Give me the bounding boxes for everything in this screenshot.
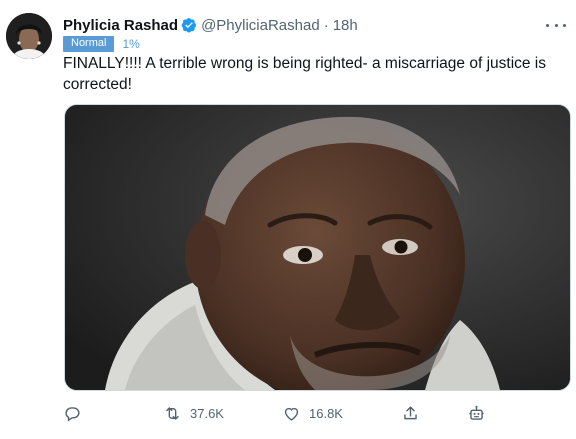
- portrait-image: [65, 105, 570, 390]
- status-badge: Normal: [63, 36, 115, 52]
- author-handle[interactable]: @PhyliciaRashad: [201, 17, 320, 34]
- retweet-icon: [166, 406, 179, 420]
- like-count: 16.8K: [309, 405, 343, 421]
- tweet-photo[interactable]: [64, 104, 571, 391]
- tweet-actions: 37.6K 16.8K: [63, 400, 533, 426]
- tweet-text: FINALLY!!!! A terrible wrong is being ri…: [63, 55, 547, 93]
- tweet-card[interactable]: Phylicia Rashad @PhyliciaRashad · 18h No…: [0, 0, 576, 439]
- avatar[interactable]: [6, 13, 52, 59]
- separator-dot: ·: [323, 16, 329, 34]
- verified-badge-icon: [181, 18, 197, 33]
- heart-icon: [284, 407, 299, 421]
- status-percent: 1%: [122, 37, 140, 51]
- tweet-timestamp[interactable]: 18h: [333, 17, 358, 34]
- bot-button[interactable]: [467, 400, 486, 426]
- more-options-icon[interactable]: [546, 18, 566, 32]
- tweet-header: Phylicia Rashad @PhyliciaRashad · 18h: [63, 14, 566, 36]
- bot-icon: [469, 405, 484, 420]
- share-icon: [404, 405, 417, 419]
- retweet-count: 37.6K: [190, 405, 224, 421]
- reply-button[interactable]: [63, 400, 82, 426]
- avatar-image: [6, 13, 52, 59]
- share-button[interactable]: [401, 400, 420, 426]
- author-name[interactable]: Phylicia Rashad: [63, 17, 178, 34]
- reply-icon: [65, 406, 80, 422]
- retweet-button[interactable]: 37.6K: [163, 400, 224, 426]
- like-button[interactable]: 16.8K: [282, 400, 343, 426]
- label-row: Normal 1%: [63, 36, 140, 52]
